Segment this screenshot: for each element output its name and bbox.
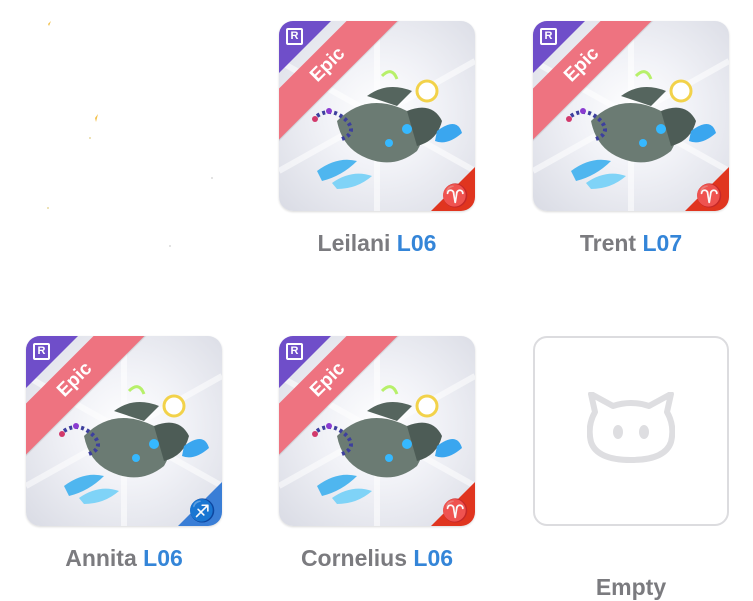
pet-name-label: Trent L07 <box>533 230 729 257</box>
rarity-badge-icon: R <box>286 343 303 360</box>
pet-name: Leilani <box>317 230 391 256</box>
pet-name: Cornelius <box>300 545 408 571</box>
rarity-badge-icon: R <box>286 28 303 45</box>
sagittarius-icon: ♐ <box>188 498 216 523</box>
pet-slot-leilani[interactable]: Epic R ♈ Leilani L06 <box>279 21 475 257</box>
pet-name-label: Annita L06 <box>26 545 222 572</box>
pet-card[interactable]: Epic R ♐ <box>26 336 222 526</box>
pet-slot-trent[interactable]: Epic R ♈ Trent L07 <box>533 21 729 257</box>
pet-card[interactable]: Epic R ♈ <box>533 21 729 211</box>
empty-slot-label: Empty <box>595 574 667 600</box>
pet-slot-cornelius[interactable]: Epic R ♈ Cornelius L06 <box>279 336 475 572</box>
pet-level: L06 <box>143 545 183 571</box>
pet-slot-annita[interactable]: Epic R ♐ Annita L06 <box>26 336 222 572</box>
pet-level: L06 <box>396 230 437 256</box>
sparkle-effect <box>47 21 213 247</box>
aries-icon: ♈ <box>441 183 469 208</box>
empty-card[interactable] <box>533 336 729 526</box>
pet-name-label: Cornelius L06 <box>279 545 475 572</box>
pet-level: L07 <box>642 230 683 256</box>
cat-face-placeholder-icon <box>587 392 675 463</box>
pet-name: Trent <box>579 230 637 256</box>
pet-level: L06 <box>413 545 454 571</box>
rarity-badge-icon: R <box>540 28 557 45</box>
aries-icon: ♈ <box>441 498 469 523</box>
pet-name: Annita <box>65 545 137 571</box>
empty-pet-slot[interactable]: Empty <box>533 336 729 600</box>
rarity-badge-icon: R <box>33 343 50 360</box>
aries-icon: ♈ <box>695 183 723 208</box>
pet-card[interactable]: Epic R ♈ <box>279 21 475 211</box>
pet-card[interactable]: Epic R ♈ <box>279 336 475 526</box>
pet-name-label: Leilani L06 <box>279 230 475 257</box>
